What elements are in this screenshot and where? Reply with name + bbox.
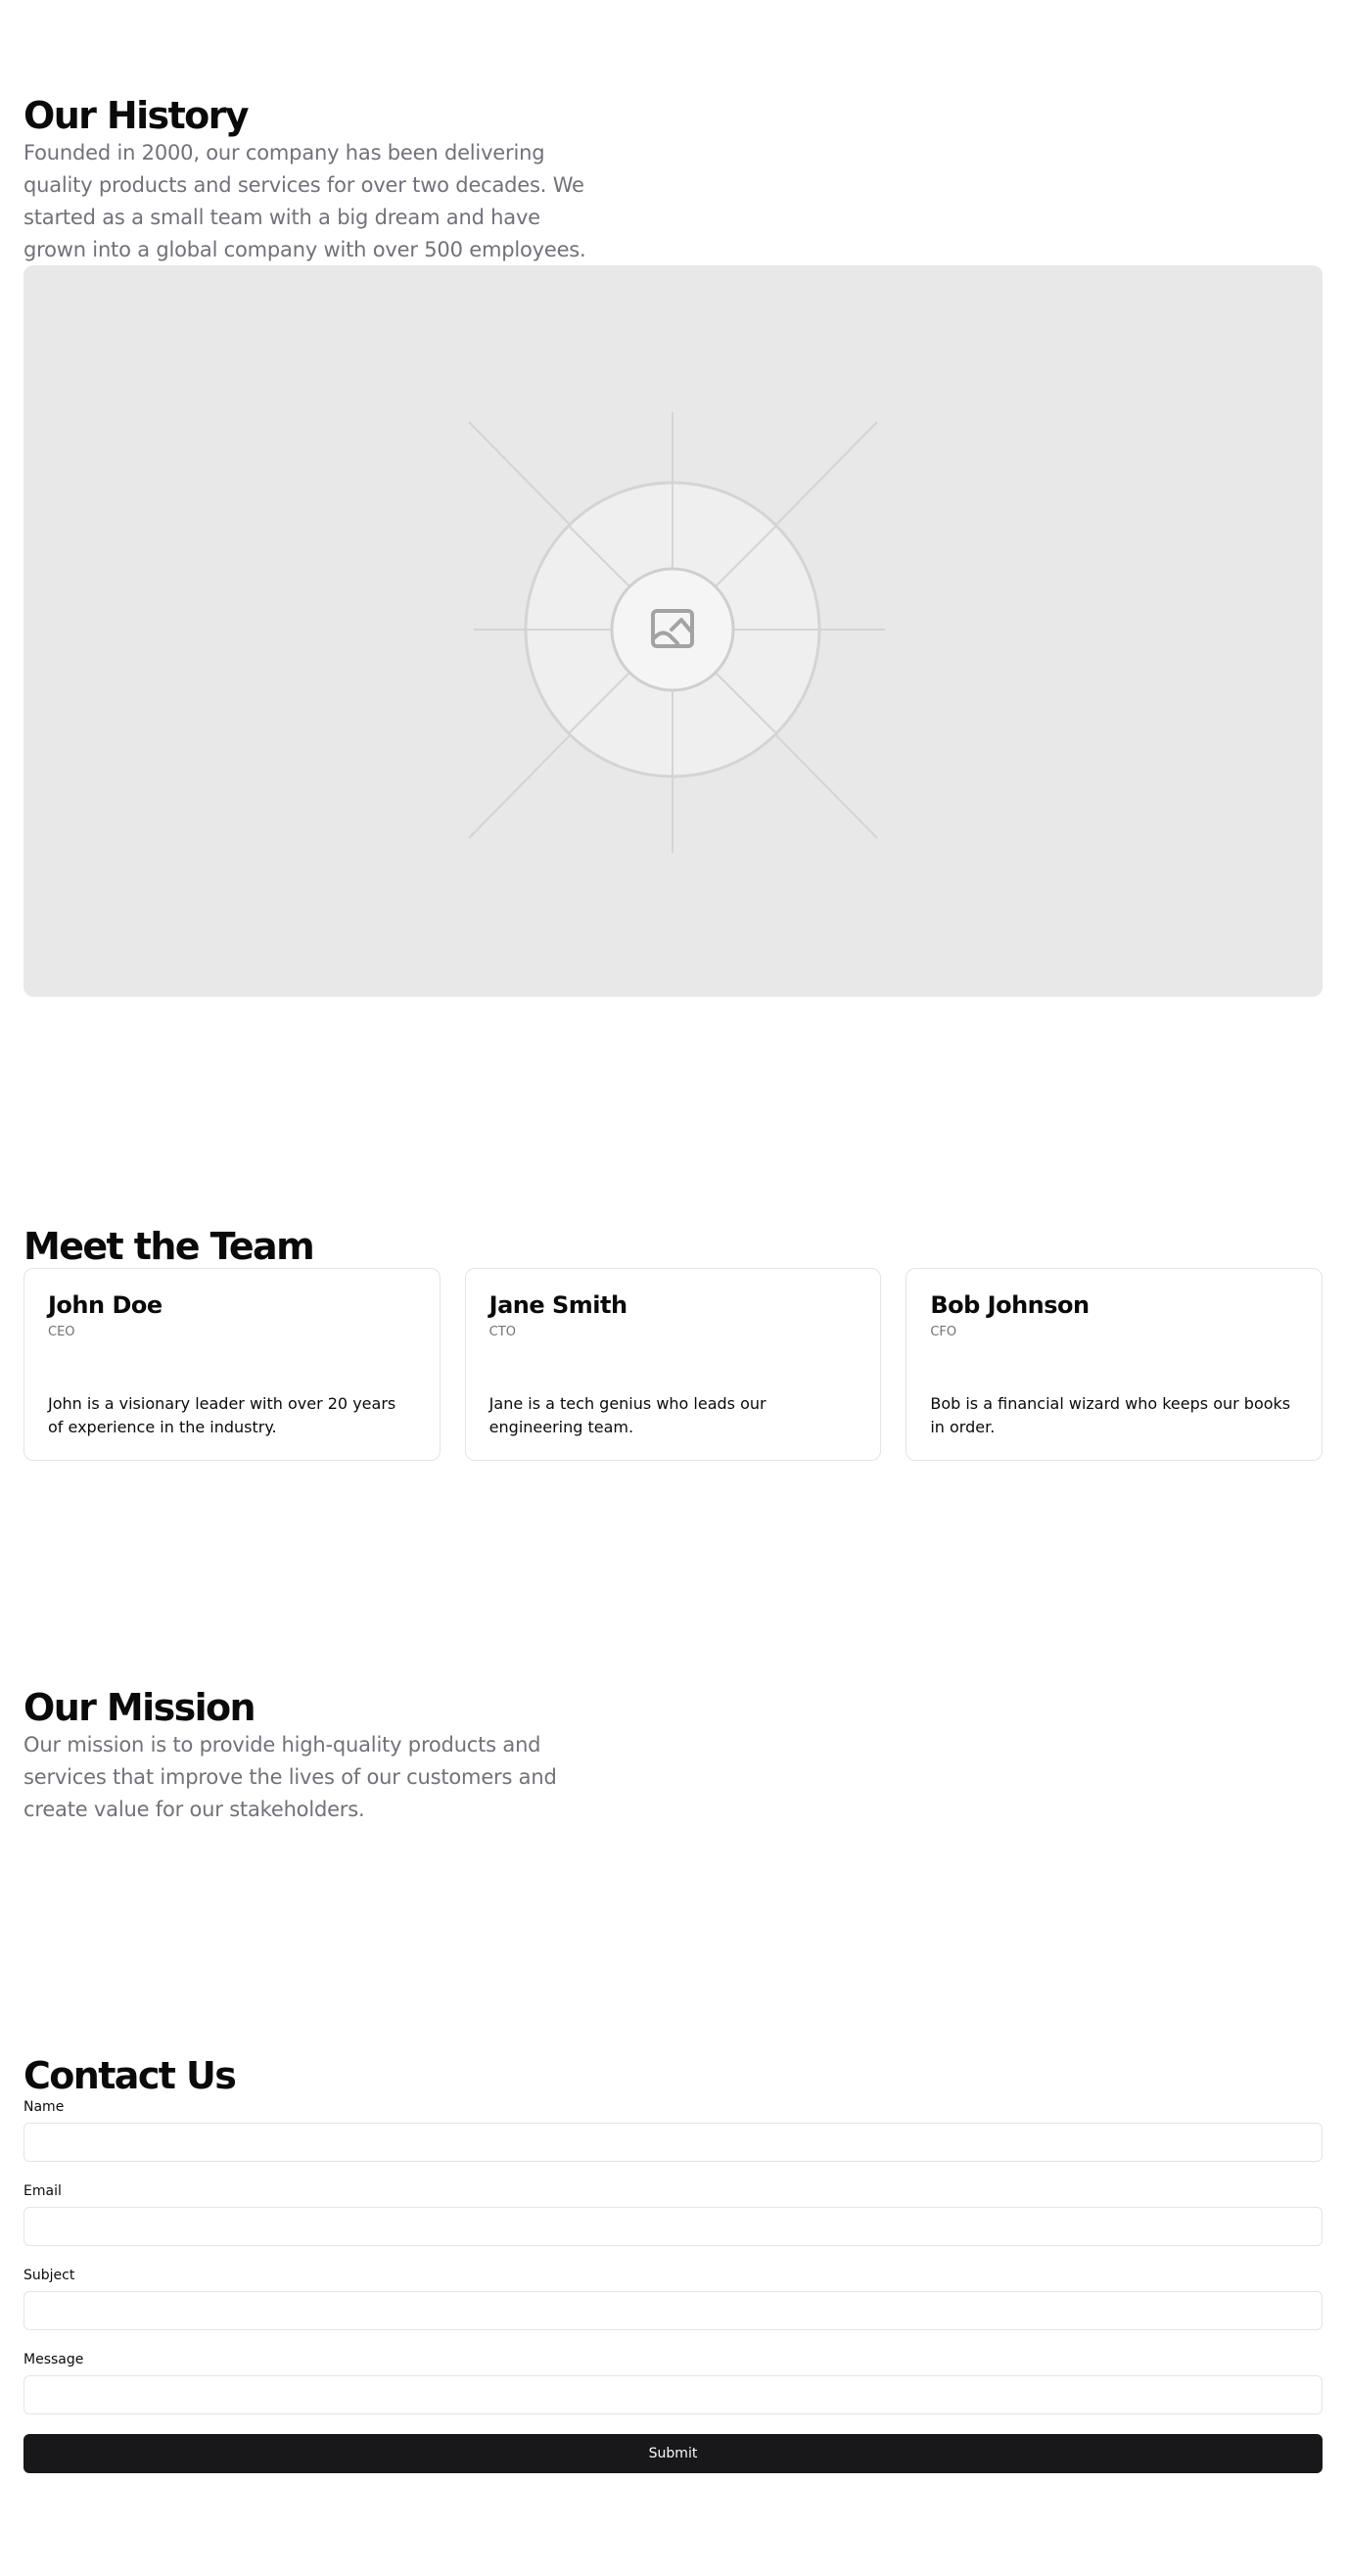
member-name: Jane Smith	[488, 1291, 627, 1319]
history-image-placeholder	[23, 265, 1323, 997]
member-name: John Doe	[48, 1291, 163, 1319]
mission-text: Our mission is to provide high-quality p…	[23, 1733, 557, 1821]
team-card: Jane Smith CTO Jane is a tech genius who…	[464, 1268, 882, 1461]
subject-field-group: Subject	[23, 2266, 1323, 2330]
name-field-group: Name	[23, 2097, 1323, 2162]
member-bio: Jane is a tech genius who leads our engi…	[488, 1394, 766, 1436]
message-input[interactable]	[23, 2375, 1323, 2414]
contact-title: Contact Us	[23, 2054, 237, 2097]
team-card: Bob Johnson CFO Bob is a financial wizar…	[906, 1268, 1324, 1461]
history-title: Our History	[23, 94, 250, 137]
submit-button[interactable]: Submit	[23, 2434, 1323, 2473]
message-label: Message	[23, 2352, 84, 2367]
member-role: CFO	[930, 1325, 957, 1339]
message-field-group: Message	[23, 2350, 1323, 2414]
member-role: CEO	[48, 1325, 75, 1339]
subject-input[interactable]	[23, 2291, 1323, 2330]
placeholder-graphic	[468, 412, 885, 853]
contact-form: Name Email Subject Message Submit	[23, 2097, 1323, 2473]
email-input[interactable]	[23, 2207, 1323, 2246]
team-card: John Doe CEO John is a visionary leader …	[23, 1268, 441, 1461]
team-title: Meet the Team	[23, 1225, 315, 1268]
subject-label: Subject	[23, 2268, 75, 2283]
name-label: Name	[23, 2099, 65, 2115]
member-bio: John is a visionary leader with over 20 …	[48, 1394, 396, 1436]
member-name: Bob Johnson	[930, 1291, 1090, 1319]
member-bio: Bob is a financial wizard who keeps our …	[930, 1394, 1291, 1436]
history-text: Founded in 2000, our company has been de…	[23, 141, 586, 261]
email-field-group: Email	[23, 2181, 1323, 2246]
member-role: CTO	[488, 1325, 516, 1339]
team-cards: John Doe CEO John is a visionary leader …	[23, 1268, 1324, 1461]
email-label: Email	[23, 2183, 62, 2199]
mission-title: Our Mission	[23, 1686, 256, 1729]
name-input[interactable]	[23, 2123, 1323, 2162]
